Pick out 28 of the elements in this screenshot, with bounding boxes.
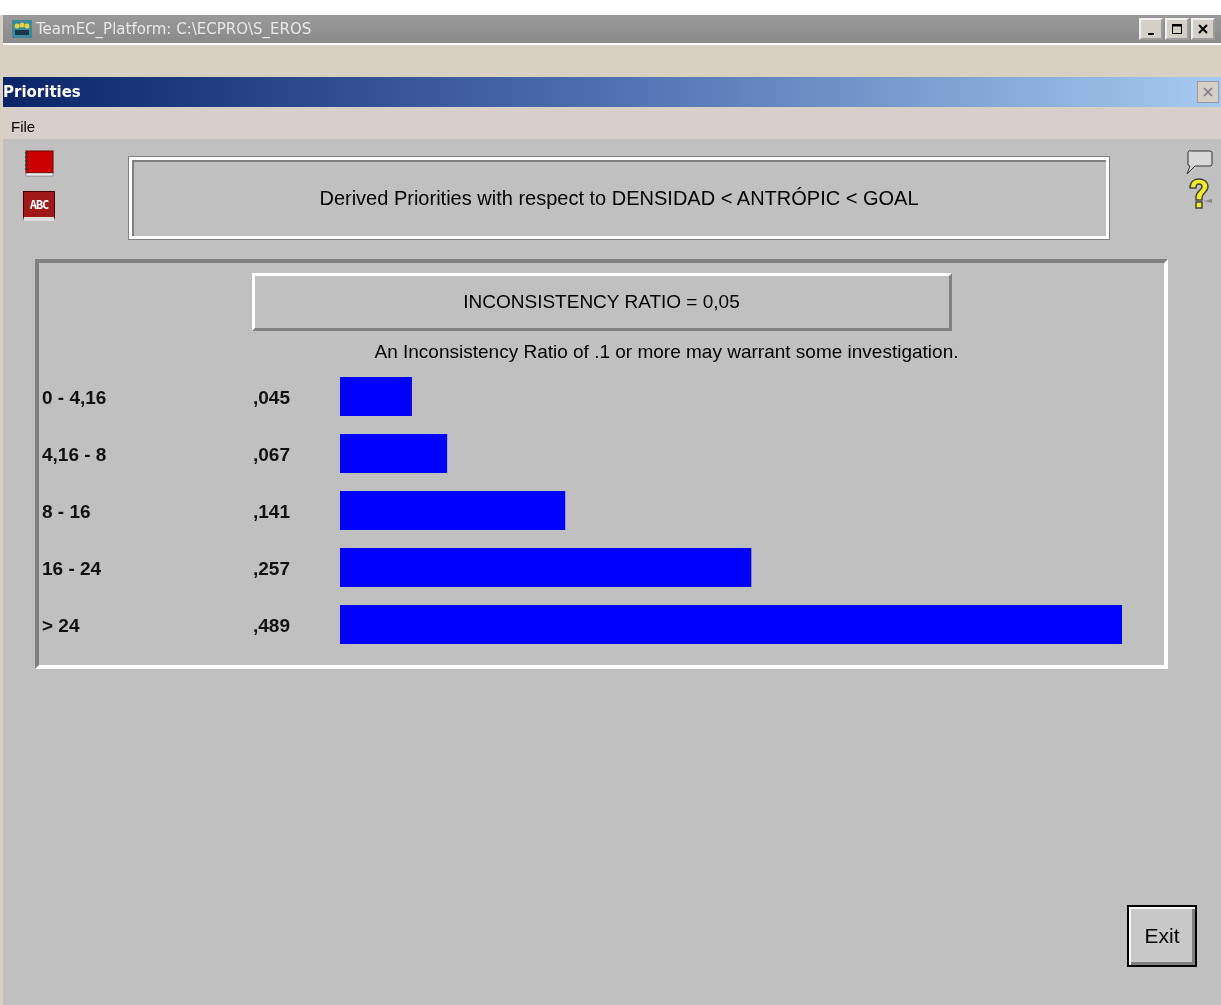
range-label: 0 - 4,16 bbox=[42, 386, 107, 408]
speech-bubble-icon[interactable] bbox=[1185, 149, 1213, 177]
priorities-heading: Derived Priorities with respect to DENSIDAD < ANTRÓPIC < GOAL bbox=[319, 186, 919, 210]
menu-item[interactable]: File bbox=[9, 117, 38, 135]
inconsistency-ratio: INCONSISTENCY RATIO = 0,05 bbox=[463, 291, 740, 313]
range-label: 4,16 - 8 bbox=[42, 443, 107, 465]
dialog-title: Priorities bbox=[3, 83, 82, 101]
maximize-icon bbox=[1172, 24, 1182, 34]
minimize-icon bbox=[1148, 33, 1154, 35]
people-icon bbox=[12, 20, 32, 38]
priority-value: ,067 bbox=[253, 443, 290, 465]
priority-bar bbox=[340, 377, 412, 416]
priority-value: ,257 bbox=[253, 557, 290, 579]
range-label: > 24 bbox=[42, 614, 80, 636]
maximize-button[interactable] bbox=[1165, 18, 1189, 40]
priority-value: ,045 bbox=[253, 386, 290, 408]
minimize-button[interactable] bbox=[1139, 18, 1163, 40]
priority-value: ,141 bbox=[253, 500, 290, 522]
close-icon bbox=[1198, 24, 1208, 34]
exit-button[interactable]: Exit bbox=[1127, 905, 1197, 967]
window-title: TeamEC_Platform: C:\ECPRO\S_EROS bbox=[36, 20, 313, 38]
inconsistency-note: An Inconsistency Ratio of .1 or more may warrant some investigation. bbox=[374, 341, 959, 363]
book-icon[interactable] bbox=[23, 149, 55, 177]
close-icon bbox=[1203, 87, 1213, 97]
range-label: 8 - 16 bbox=[42, 500, 91, 522]
priority-value: ,489 bbox=[253, 614, 290, 636]
range-label: 16 - 24 bbox=[42, 557, 102, 579]
abc-book-icon[interactable]: ABC bbox=[23, 191, 55, 221]
